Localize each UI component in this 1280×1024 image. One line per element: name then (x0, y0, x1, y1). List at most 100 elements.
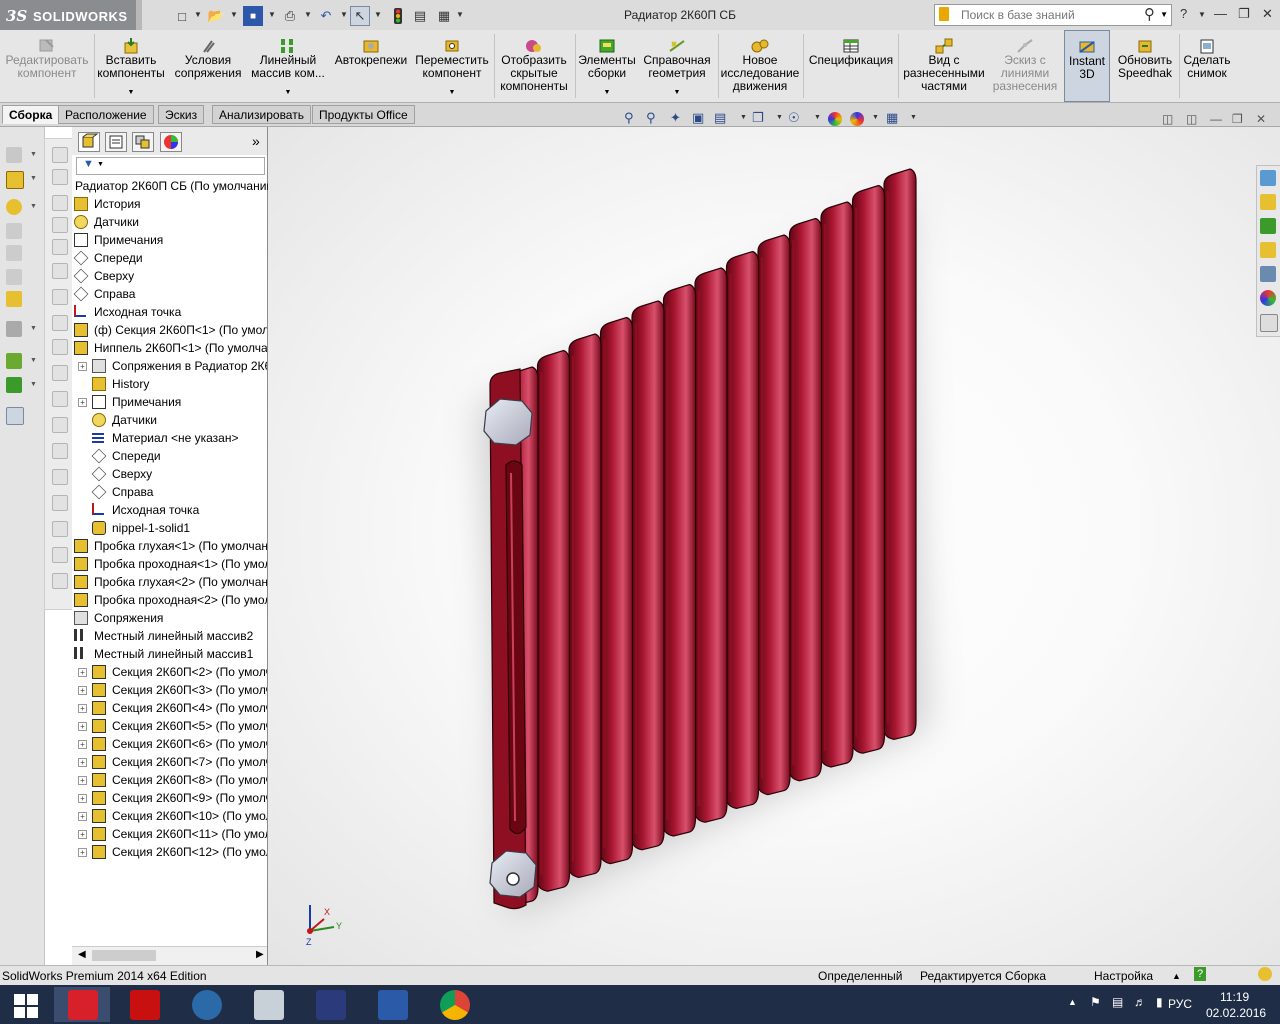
take-snapshot-button[interactable]: Сделать снимок (1180, 30, 1234, 102)
flyout-tool-icon[interactable] (52, 195, 68, 211)
previous-view-icon[interactable]: ✦ (670, 110, 681, 126)
component-pattern-icon[interactable] (6, 245, 22, 261)
explode-line-sketch-button[interactable]: Эскиз с линиями разнесения (990, 30, 1060, 102)
exploded-view-icon[interactable] (6, 269, 22, 285)
mate-button[interactable]: Условия сопряжения (170, 30, 246, 102)
expand-toggle-icon[interactable]: + (78, 704, 87, 713)
flyout-tool-icon[interactable] (52, 239, 68, 255)
close-icon[interactable]: ✕ (1262, 6, 1273, 22)
expand-toggle-icon[interactable]: + (78, 830, 87, 839)
expand-toggle-icon[interactable]: + (78, 776, 87, 785)
linear-pattern-icon[interactable] (6, 321, 22, 337)
instant3d-button[interactable]: Instant 3D (1064, 30, 1110, 102)
print-icon[interactable]: ⎙ (280, 6, 300, 26)
flyout-tool-icon[interactable] (52, 443, 68, 459)
rebuild-status-icon[interactable] (1258, 967, 1272, 981)
doc-restore-icon[interactable]: ❐ (1232, 112, 1243, 126)
search-icon[interactable]: ⚲ (1144, 5, 1155, 23)
move-component-button[interactable]: Переместить компонент ▼ (414, 30, 490, 102)
quick-tips-help-icon[interactable]: ? (1194, 967, 1206, 981)
edit-appearance-icon[interactable] (828, 112, 842, 126)
curves-icon[interactable] (6, 377, 22, 393)
settings-up-arrow-icon[interactable]: ▲ (1172, 971, 1181, 981)
flyout-tool-icon[interactable] (52, 289, 68, 305)
viewport-split-icon[interactable]: ◫ (1186, 112, 1197, 126)
menu-pin[interactable] (136, 0, 142, 30)
taskbar-word[interactable] (364, 987, 420, 1022)
open-folder-icon[interactable]: 📂 (206, 6, 226, 26)
graphics-area[interactable]: Z Y X (268, 127, 1280, 965)
flyout-tool-icon[interactable] (52, 147, 68, 163)
linear-pattern-button[interactable]: Линейный массив ком... ▼ (250, 30, 326, 102)
assembly-features-button[interactable]: Элементы сборки ▼ (577, 30, 637, 102)
flyout-tool-icon[interactable] (52, 547, 68, 563)
taskbar-floppy-app[interactable] (302, 987, 358, 1022)
help-button[interactable]: ? (1180, 6, 1187, 21)
tab-evaluate[interactable]: Анализировать (212, 105, 311, 124)
view-orientation-icon[interactable]: ▤ (714, 110, 726, 126)
new-document-icon[interactable]: □ (172, 6, 192, 26)
taskbar-autocad[interactable] (116, 987, 172, 1022)
tray-language[interactable]: РУС (1168, 997, 1192, 1011)
flyout-tool-icon[interactable] (52, 263, 68, 279)
file-explorer-icon[interactable] (1260, 242, 1276, 258)
taskbar-calculator[interactable] (240, 987, 296, 1022)
restore-icon[interactable]: ❐ (1238, 6, 1250, 22)
flyout-tool-icon[interactable] (52, 469, 68, 485)
expand-toggle-icon[interactable]: + (78, 758, 87, 767)
tray-volume-icon[interactable]: ♬ (1134, 995, 1146, 1009)
file-properties-icon[interactable]: ▤ (410, 6, 430, 26)
flyout-tool-icon[interactable] (52, 521, 68, 537)
radiator-model[interactable] (268, 127, 1280, 965)
scroll-left-icon[interactable]: ◀ (78, 949, 86, 960)
tray-flag-icon[interactable]: ⚑ (1090, 995, 1101, 1009)
expand-toggle-icon[interactable]: + (78, 812, 87, 821)
flyout-tool-icon[interactable] (52, 217, 68, 233)
undo-icon[interactable]: ↶ (316, 6, 336, 26)
fasteners-icon[interactable] (6, 199, 22, 215)
expand-toggle-icon[interactable]: + (78, 794, 87, 803)
chevron-down-icon[interactable]: ▼ (1160, 10, 1168, 19)
appearances-icon[interactable] (1260, 290, 1276, 306)
instant3d-icon[interactable] (6, 407, 24, 425)
tray-network-icon[interactable]: ▤ (1112, 995, 1123, 1009)
flyout-tool-icon[interactable] (52, 169, 68, 185)
flyout-tool-icon[interactable] (52, 315, 68, 331)
insert-components-button[interactable]: Вставить компоненты ▼ (96, 30, 166, 102)
flyout-tool-icon[interactable] (52, 391, 68, 407)
doc-minimize-icon[interactable]: — (1210, 112, 1222, 126)
smart-fasteners-button[interactable]: Автокрепежи (330, 30, 412, 102)
mate-icon[interactable] (6, 223, 22, 239)
view-palette-icon[interactable] (1260, 266, 1276, 282)
solidworks-logo[interactable]: 3S SOLIDWORKS (0, 0, 136, 30)
update-speedhak-button[interactable]: Обновить Speedhak (1113, 30, 1177, 102)
windows-start-button[interactable] (0, 987, 52, 1022)
home-icon[interactable] (1260, 194, 1276, 210)
scroll-thumb[interactable] (92, 950, 156, 961)
save-icon[interactable]: ■ (243, 6, 263, 26)
reference-geometry-button[interactable]: Справочная геометрия ▼ (639, 30, 715, 102)
expand-toggle-icon[interactable]: + (78, 398, 87, 407)
knowledge-base-search[interactable]: Поиск в базе знаний ⚲ ▼ (934, 4, 1172, 26)
view-settings-icon[interactable]: ▦ (886, 110, 898, 126)
design-library-icon[interactable] (1260, 218, 1276, 234)
show-hidden-tray-icon[interactable]: ▲ (1068, 997, 1077, 1007)
new-motion-study-button[interactable]: Новое исследование движения (720, 30, 800, 102)
expand-toggle-icon[interactable]: + (78, 740, 87, 749)
flyout-tool-icon[interactable] (52, 573, 68, 589)
hide-show-items-icon[interactable]: ☉ (788, 110, 800, 126)
expand-toggle-icon[interactable]: + (78, 848, 87, 857)
options-icon[interactable]: ▦ (434, 6, 454, 26)
doc-close-icon[interactable]: ✕ (1256, 112, 1266, 126)
expand-toggle-icon[interactable]: + (78, 668, 87, 677)
tray-date[interactable]: 02.02.2016 (1206, 1006, 1266, 1020)
reference-geometry-icon[interactable] (6, 353, 22, 369)
rebuild-traffic-light-icon[interactable] (388, 6, 408, 26)
tray-power-icon[interactable]: ▮ (1156, 995, 1163, 1009)
flyout-tool-icon[interactable] (52, 339, 68, 355)
tab-layout[interactable]: Расположение (58, 105, 154, 124)
flyout-tool-icon[interactable] (52, 365, 68, 381)
flyout-tool-icon[interactable] (52, 495, 68, 511)
taskbar-solidworks[interactable] (54, 987, 110, 1022)
expand-toggle-icon[interactable]: + (78, 362, 87, 371)
